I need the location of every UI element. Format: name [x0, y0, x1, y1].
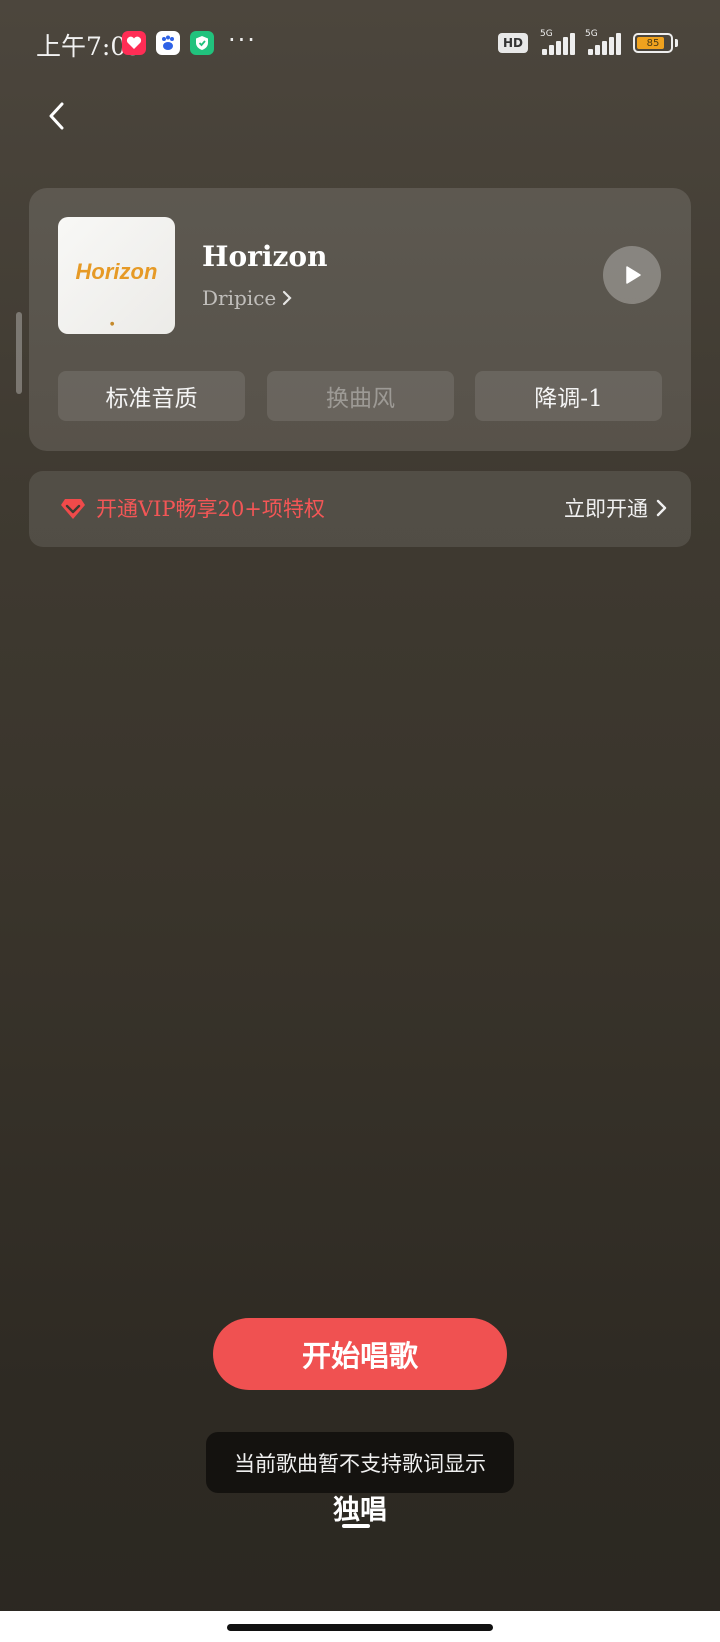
status-bar: 上午7:09 ··· HD 5G 5G 85: [0, 0, 720, 86]
start-singing-button[interactable]: 开始唱歌: [213, 1318, 507, 1390]
album-cover-title: Horizon: [75, 259, 158, 284]
vip-activate-label: 立即开通: [564, 497, 648, 521]
vip-promo-text: 开通VIP畅享20+项特权: [96, 497, 325, 521]
home-indicator[interactable]: [227, 1624, 493, 1631]
battery-level: 85: [646, 37, 660, 49]
song-title: Horizon: [202, 240, 328, 273]
battery-cap: [675, 39, 678, 47]
more-notifications-icon: ···: [228, 26, 257, 54]
vip-promo-bar[interactable]: 开通VIP畅享20+项特权 立即开通: [29, 471, 691, 547]
change-style-button[interactable]: 换曲风: [267, 371, 454, 421]
lyrics-unsupported-toast: 当前歌曲暂不支持歌词显示: [206, 1432, 514, 1493]
vip-activate-link[interactable]: 立即开通: [564, 493, 667, 523]
play-icon: [626, 266, 641, 284]
album-cover-mark: ●: [110, 321, 115, 327]
hd-voice-icon: HD: [498, 33, 528, 53]
back-button[interactable]: [36, 93, 76, 139]
chevron-right-icon: [283, 290, 292, 306]
tab-solo[interactable]: 独唱: [330, 1488, 390, 1527]
vip-diamond-icon: [61, 499, 85, 519]
chevron-right-icon: [656, 499, 667, 517]
red-app-notification-icon: [122, 31, 146, 55]
scroll-indicator[interactable]: [16, 312, 22, 394]
chevron-left-icon: [49, 102, 64, 130]
baidu-app-notification-icon: [156, 31, 180, 55]
signal-strength-icon: [582, 33, 624, 55]
signal-strength-icon: [536, 33, 578, 55]
song-card: Horizon ● Horizon Dripice 标准音质 换曲风 降调-1: [29, 188, 691, 451]
play-preview-button[interactable]: [603, 246, 661, 304]
album-cover[interactable]: Horizon ●: [58, 217, 175, 334]
artist-link[interactable]: Dripice: [202, 286, 292, 310]
shield-app-notification-icon: [190, 31, 214, 55]
battery-icon: 85: [633, 33, 673, 53]
audio-quality-button[interactable]: 标准音质: [58, 371, 245, 421]
key-shift-button[interactable]: 降调-1: [475, 371, 662, 421]
artist-name: Dripice: [202, 286, 277, 310]
